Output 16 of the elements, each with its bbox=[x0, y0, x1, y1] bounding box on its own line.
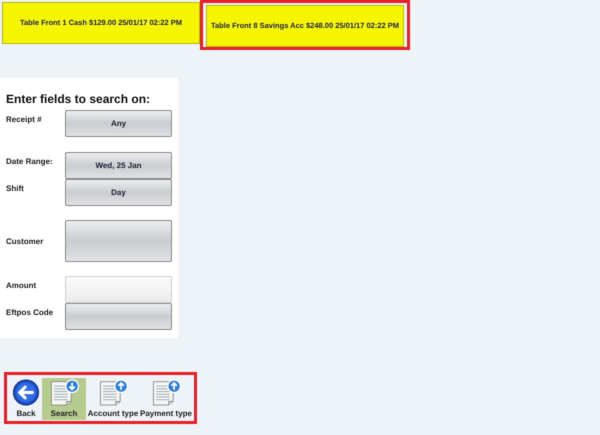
field-label: Customer bbox=[6, 236, 44, 248]
field-label: Eftpos Code bbox=[6, 307, 54, 319]
field-label: Amount bbox=[6, 280, 38, 292]
toolbar-button[interactable]: Payment type bbox=[140, 378, 192, 420]
toolbar-button[interactable]: Account type bbox=[87, 378, 139, 420]
toolbar-button[interactable]: Search bbox=[42, 378, 86, 420]
field-label: Shift bbox=[6, 183, 25, 195]
field-button[interactable] bbox=[65, 220, 172, 262]
field-button[interactable]: Wed, 25 Jan bbox=[65, 152, 172, 179]
panel-title: Enter fields to search on: bbox=[6, 92, 152, 106]
field-button[interactable] bbox=[65, 303, 172, 330]
field-button[interactable]: Day bbox=[65, 179, 172, 206]
field-label: Date Range: bbox=[6, 156, 54, 168]
field-button[interactable]: Any bbox=[65, 110, 172, 137]
toolbar-button[interactable]: Back bbox=[11, 378, 41, 420]
field-label: Receipt # bbox=[6, 114, 43, 126]
